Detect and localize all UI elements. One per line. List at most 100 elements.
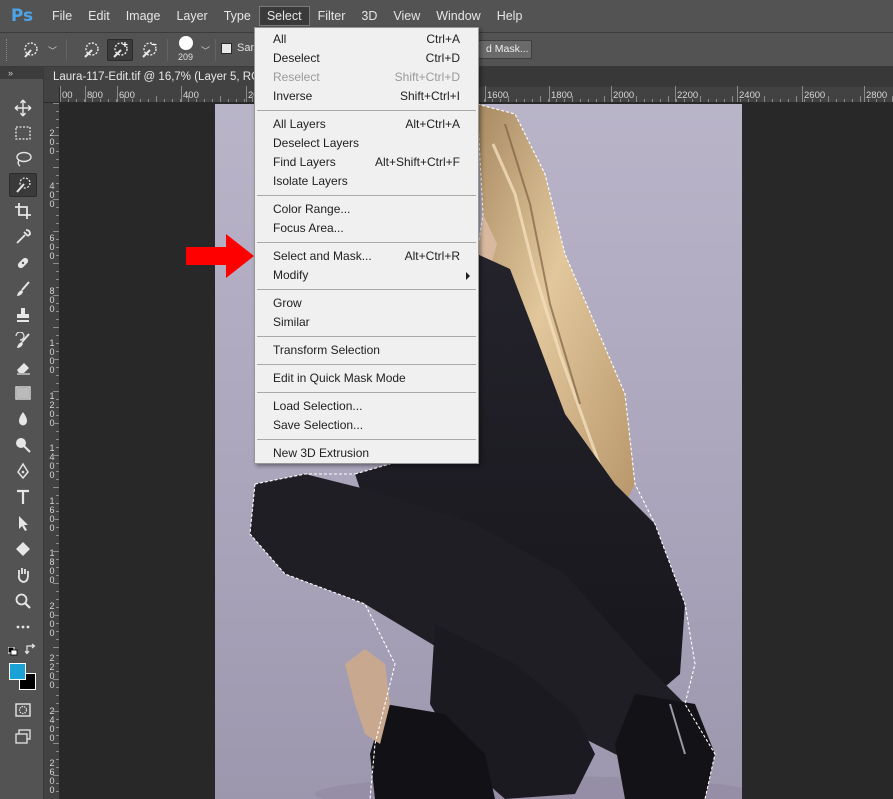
ruler-tick — [549, 86, 550, 102]
ruler-minor-tick — [56, 111, 59, 112]
menu-item-similar[interactable]: Similar — [255, 313, 478, 332]
menu-item-reselect: Reselect Shift+Ctrl+D — [255, 68, 478, 87]
path-selection-tool-button[interactable] — [9, 511, 37, 535]
crop-tool-button[interactable] — [9, 199, 37, 223]
menu-item-inverse[interactable]: Inverse Shift+Ctrl+I — [255, 87, 478, 106]
ruler-origin[interactable] — [44, 87, 60, 103]
document-tab[interactable]: Laura-117-Edit.tif @ 16,7% (Layer 5, RG — [44, 67, 274, 87]
ruler-minor-tick — [788, 99, 789, 102]
menu-item-transform-selection[interactable]: Transform Selection — [255, 341, 478, 360]
ruler-tick — [802, 86, 803, 102]
ruler-minor-tick — [92, 96, 93, 102]
menu-item-select-and-mask[interactable]: Select and Mask... Alt+Ctrl+R — [255, 247, 478, 266]
photoshop-logo: Ps — [10, 6, 34, 26]
menu-item-new-3d-extrusion[interactable]: New 3D Extrusion — [255, 444, 478, 463]
menu-item-grow[interactable]: Grow — [255, 294, 478, 313]
menu-select[interactable]: Select — [258, 6, 310, 26]
toolbox-collapse-icon[interactable]: » — [0, 67, 43, 79]
shape-icon — [16, 542, 30, 556]
menu-item-deselect-layers[interactable]: Deselect Layers — [255, 134, 478, 153]
type-tool-button[interactable] — [9, 485, 37, 509]
menu-item-label: All — [273, 32, 287, 46]
options-bar-grip[interactable] — [6, 39, 9, 61]
menu-layer[interactable]: Layer — [168, 0, 215, 33]
ruler-minor-tick — [53, 711, 59, 712]
marquee-tool-button[interactable] — [9, 121, 37, 145]
add-to-selection-button[interactable] — [107, 39, 133, 61]
ruler-minor-tick — [828, 96, 829, 102]
ruler-minor-tick — [53, 359, 59, 360]
menu-item-all[interactable]: All Ctrl+A — [255, 30, 478, 49]
ruler-minor-tick — [56, 623, 59, 624]
menu-item-load-selection[interactable]: Load Selection... — [255, 397, 478, 416]
tool-preset-picker[interactable] — [18, 39, 44, 61]
ruler-minor-tick — [708, 99, 709, 102]
select-and-mask-button[interactable]: d Mask... — [478, 40, 532, 59]
menu-item-edit-in-quick-mask-mode[interactable]: Edit in Quick Mask Mode — [255, 369, 478, 388]
lasso-tool-button[interactable] — [9, 147, 37, 171]
screen-mode-icon[interactable] — [9, 725, 37, 749]
menu-item-label: Color Range... — [273, 202, 351, 216]
sample-all-layers-checkbox[interactable] — [221, 43, 232, 54]
history-brush-icon — [15, 332, 30, 348]
ruler-minor-tick — [540, 96, 541, 102]
menu-item-isolate-layers[interactable]: Isolate Layers — [255, 172, 478, 191]
shape-tool-button[interactable] — [9, 537, 37, 561]
menu-item-color-range[interactable]: Color Range... — [255, 200, 478, 219]
ruler-minor-tick — [53, 295, 59, 296]
quick-mask-icon[interactable] — [9, 698, 37, 722]
move-tool-button[interactable] — [9, 96, 37, 120]
menu-separator — [257, 110, 476, 111]
history-brush-tool-button[interactable] — [9, 329, 37, 353]
ruler-minor-tick — [56, 751, 59, 752]
quick-selection-tool-button[interactable] — [9, 173, 37, 197]
brush-picker-chevron-icon[interactable]: ﹀ — [201, 44, 210, 57]
healing-brush-tool-button[interactable] — [9, 251, 37, 275]
new-selection-button[interactable] — [78, 39, 104, 61]
hand-tool-button[interactable] — [9, 563, 37, 587]
eraser-tool-button[interactable] — [9, 355, 37, 379]
menu-item-shortcut: Ctrl+D — [425, 51, 460, 65]
ruler-minor-tick — [53, 487, 59, 488]
crop-icon — [15, 203, 31, 219]
dodge-tool-button[interactable] — [9, 433, 37, 457]
pen-tool-button[interactable] — [9, 459, 37, 483]
menu-item-save-selection[interactable]: Save Selection... — [255, 416, 478, 435]
menu-file[interactable]: File — [44, 0, 80, 33]
zoom-tool-button[interactable] — [9, 589, 37, 613]
ruler-minor-tick — [204, 99, 205, 102]
swap-colors-icon[interactable] — [24, 643, 37, 655]
menu-item-focus-area[interactable]: Focus Area... — [255, 219, 478, 238]
vertical-ruler[interactable]: 2004006008001000120014001600180020002200… — [44, 103, 60, 799]
ruler-minor-tick — [53, 167, 59, 168]
ruler-label: 2200 — [677, 90, 699, 101]
gradient-tool-button[interactable] — [9, 381, 37, 405]
ruler-minor-tick — [56, 303, 59, 304]
ruler-minor-tick — [56, 663, 59, 664]
menu-item-all-layers[interactable]: All Layers Alt+Ctrl+A — [255, 115, 478, 134]
menu-item-deselect[interactable]: Deselect Ctrl+D — [255, 49, 478, 68]
ruler-minor-tick — [56, 783, 59, 784]
menu-separator — [257, 195, 476, 196]
menu-item-find-layers[interactable]: Find Layers Alt+Shift+Ctrl+F — [255, 153, 478, 172]
default-colors-icon[interactable] — [7, 645, 18, 656]
type-icon — [17, 489, 29, 504]
menu-edit[interactable]: Edit — [80, 0, 118, 33]
mores-tool-button[interactable] — [9, 615, 37, 639]
eyedropper-tool-button[interactable] — [9, 225, 37, 249]
subtract-from-selection-button[interactable] — [136, 39, 162, 61]
menu-item-modify[interactable]: Modify — [255, 266, 478, 285]
foreground-color-swatch[interactable] — [9, 663, 26, 680]
menu-image[interactable]: Image — [118, 0, 169, 33]
ruler-minor-tick — [53, 231, 59, 232]
clone-stamp-tool-button[interactable] — [9, 303, 37, 327]
menu-help[interactable]: Help — [489, 0, 531, 33]
menu-item-label: All Layers — [273, 117, 326, 131]
blur-tool-button[interactable] — [9, 407, 37, 431]
menu-type[interactable]: Type — [216, 0, 259, 33]
ruler-minor-tick — [532, 99, 533, 102]
chevron-down-icon[interactable]: ﹀ — [48, 44, 57, 57]
ruler-minor-tick — [108, 99, 109, 102]
brush-preview[interactable] — [179, 36, 193, 50]
brush-tool-button[interactable] — [9, 277, 37, 301]
